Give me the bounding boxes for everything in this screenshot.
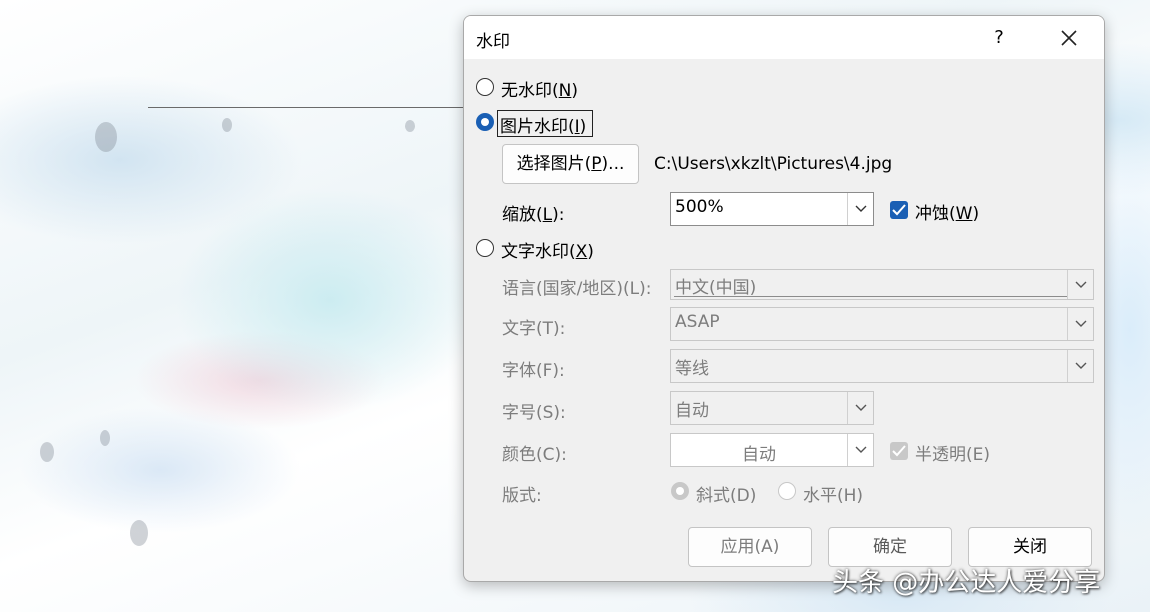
radio-layout-diagonal[interactable] [671,482,689,500]
radio-layout-horizontal[interactable] [778,482,796,500]
background-spot [40,442,54,462]
layout-label: 版式: [502,486,542,506]
font-label: 字体(F): [502,361,565,381]
checkmark-icon [892,204,906,216]
text-label: 文字(T): [502,319,566,339]
size-value: 自动 [675,401,709,421]
language-value: 中文(中国) [675,278,757,298]
dialog-titlebar: 水印 ? [464,16,1104,59]
label-text-watermark[interactable]: 文字水印(X) [501,237,594,262]
background-spot [95,122,117,152]
checkmark-icon [892,445,906,457]
color-label: 颜色(C): [502,445,567,465]
language-dropdown-button[interactable] [1067,270,1093,299]
chevron-down-icon [855,404,867,411]
label-no-watermark[interactable]: 无水印(N) [501,76,578,101]
layout-horizontal-label[interactable]: 水平(H) [803,481,863,506]
text-dropdown-button[interactable] [1067,308,1093,340]
close-icon [1061,30,1077,46]
close-window-button[interactable] [1054,24,1084,52]
language-combobox[interactable]: 中文(中国) [670,269,1094,300]
font-dropdown-button[interactable] [1067,350,1093,382]
language-underline [674,296,1067,297]
semitransparent-label[interactable]: 半透明(E) [915,440,990,465]
layout-diagonal-label[interactable]: 斜式(D) [696,481,756,506]
scale-label: 缩放(L): [502,205,565,225]
semitransparent-checkbox[interactable] [890,442,908,460]
chevron-down-icon [855,446,867,453]
chevron-down-icon [1075,281,1087,288]
chevron-down-icon [1075,320,1087,327]
radio-no-watermark[interactable] [476,78,494,96]
washout-checkbox[interactable] [890,201,908,219]
radio-text-watermark[interactable] [476,239,494,257]
color-dropdown-button[interactable] [847,434,873,466]
size-dropdown-button[interactable] [847,392,873,424]
help-icon: ? [994,27,1004,48]
font-combobox[interactable]: 等线 [670,349,1094,383]
washout-label[interactable]: 冲蚀(W) [915,199,979,224]
apply-button[interactable]: 应用(A) [688,527,812,567]
chevron-down-icon [1075,362,1087,369]
scale-value: 500% [675,197,724,217]
text-combobox[interactable]: ASAP [670,307,1094,341]
font-value: 等线 [675,359,709,379]
document-header-line [148,107,464,108]
watermark-dialog: 水印 ? 无水印(N) 图片水印(I) 选择图片(P)... C:\Users\… [463,15,1105,582]
scale-combobox[interactable]: 500% [670,192,874,226]
dialog-title: 水印 [476,32,510,52]
chevron-down-icon [855,205,867,212]
size-label: 字号(S): [502,403,566,423]
label-picture-watermark[interactable]: 图片水印(I) [500,112,586,137]
size-combobox[interactable]: 自动 [670,391,874,425]
background-spot [222,118,232,132]
language-label: 语言(国家/地区)(L): [502,279,652,299]
text-value: ASAP [675,312,720,332]
select-picture-button[interactable]: 选择图片(P)... [502,144,639,184]
ok-button[interactable]: 确定 [828,527,952,567]
picture-file-path: C:\Users\xkzlt\Pictures\4.jpg [654,154,893,174]
background-spot [405,120,415,132]
help-button[interactable]: ? [984,24,1014,52]
background-spot [130,520,148,546]
close-button[interactable]: 关闭 [968,527,1092,567]
radio-picture-watermark[interactable] [476,113,494,131]
background-spot [100,430,110,446]
scale-dropdown-button[interactable] [847,193,873,225]
color-combobox[interactable]: 自动 [670,433,874,467]
color-value: 自动 [742,445,776,465]
source-watermark-credit: 头条 @办公达人爱分享 [832,568,1101,598]
